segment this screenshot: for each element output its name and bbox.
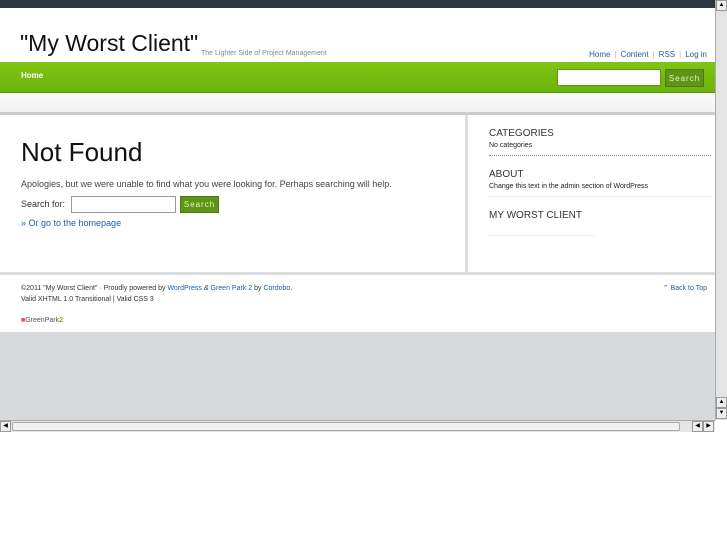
content: Not Found Apologies, but we were unable … xyxy=(0,115,468,272)
top-links: Home | Content | RSS | Log in xyxy=(589,50,707,59)
horizontal-scrollbar[interactable]: ◀ ◀ ▶ xyxy=(0,420,715,432)
divider xyxy=(489,235,594,236)
cordobo-link[interactable]: Cordobo. xyxy=(263,285,292,292)
subnav-bar xyxy=(0,93,715,115)
widget-title: MY WORST CLIENT xyxy=(489,210,582,221)
nav-search-input[interactable] xyxy=(557,69,661,86)
validation-links[interactable]: Valid XHTML 1.0 Transitional | Valid CSS… xyxy=(21,296,154,303)
search-button[interactable]: Search xyxy=(180,196,219,213)
link-home[interactable]: Home xyxy=(589,50,610,59)
sidebar: CATEGORIES No categories ABOUT Change th… xyxy=(489,115,711,236)
scroll-thumb[interactable] xyxy=(12,422,680,431)
header: "My Worst Client" The Lighter Side of Pr… xyxy=(0,8,715,62)
greenpark-link[interactable]: Green Park 2 xyxy=(211,285,253,292)
nav-search-button[interactable]: Search xyxy=(665,69,704,87)
link-rss[interactable]: RSS xyxy=(659,50,675,59)
scroll-left-icon[interactable]: ◀ xyxy=(692,421,703,432)
scroll-right-icon[interactable]: ▶ xyxy=(703,421,714,432)
page-title: Not Found xyxy=(21,137,143,167)
site-title[interactable]: "My Worst Client" xyxy=(20,30,198,57)
main: Not Found Apologies, but we were unable … xyxy=(0,115,715,275)
widget-title: ABOUT xyxy=(489,169,524,180)
viewport: "My Worst Client" The Lighter Side of Pr… xyxy=(0,0,715,420)
scroll-up-icon[interactable]: ▲ xyxy=(716,0,727,11)
vertical-scrollbar[interactable]: ▲ ▲ ▼ xyxy=(715,0,727,420)
widget-text: No categories xyxy=(489,142,711,156)
nav-home[interactable]: Home xyxy=(21,71,43,80)
wordpress-link[interactable]: WordPress xyxy=(167,285,202,292)
scroll-left-icon[interactable]: ◀ xyxy=(0,421,11,432)
greenpark-logo: ■GreenPark2 xyxy=(21,317,63,324)
not-found-message: Apologies, but we were unable to find wh… xyxy=(21,179,392,189)
top-bar xyxy=(0,0,715,8)
search-form: Search for: Search xyxy=(21,196,219,213)
scroll-down-icon[interactable]: ▼ xyxy=(716,408,727,419)
link-content[interactable]: Content xyxy=(621,50,649,59)
scroll-up-icon[interactable]: ▲ xyxy=(716,397,727,408)
footer: ©2011 "My Worst Client" · Proudly powere… xyxy=(0,275,715,332)
nav-bar: Home Search xyxy=(0,62,715,93)
back-to-top-link[interactable]: ⌃ Back to Top xyxy=(663,284,707,292)
search-label: Search for: xyxy=(21,199,66,209)
widget-title: CATEGORIES xyxy=(489,128,554,139)
copyright: ©2011 "My Worst Client" · Proudly powere… xyxy=(21,285,293,292)
site-tagline: The Lighter Side of Project Management xyxy=(201,50,327,57)
homepage-link[interactable]: » Or go to the homepage xyxy=(21,218,121,228)
link-login[interactable]: Log in xyxy=(685,50,707,59)
widget-text: Change this text in the admin section of… xyxy=(489,183,711,197)
search-input[interactable] xyxy=(71,196,176,213)
